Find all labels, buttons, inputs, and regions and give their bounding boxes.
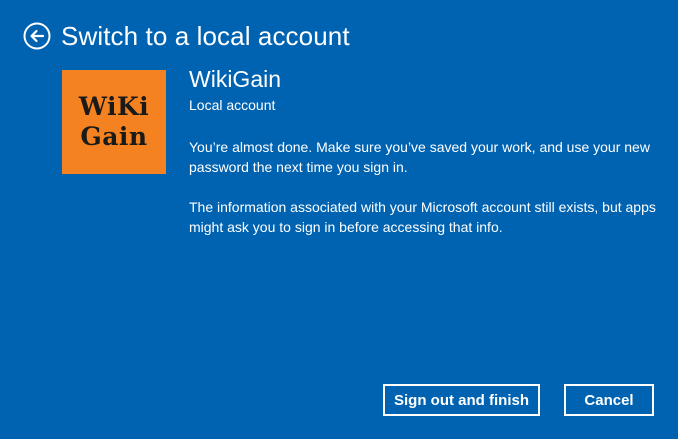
message-almost-done: You’re almost done. Make sure you’ve sav…	[189, 139, 650, 175]
page-title: Switch to a local account	[61, 21, 350, 51]
back-button[interactable]	[22, 21, 52, 51]
avatar-logo-line1: WiKi	[78, 92, 150, 121]
back-arrow-icon	[23, 22, 51, 50]
cancel-button[interactable]: Cancel	[564, 384, 654, 416]
avatar-logo-line2: Gain	[80, 122, 148, 151]
avatar: WiKi Gain	[62, 70, 166, 174]
account-type: Local account	[189, 97, 276, 113]
sign-out-and-finish-button[interactable]: Sign out and finish	[383, 384, 540, 416]
account-name: WikiGain	[189, 66, 282, 92]
header: Switch to a local account	[22, 20, 350, 52]
message-microsoft-account: The information associated with your Mic…	[189, 199, 656, 235]
account-info: WikiGain Local account You’re almost don…	[189, 64, 659, 237]
